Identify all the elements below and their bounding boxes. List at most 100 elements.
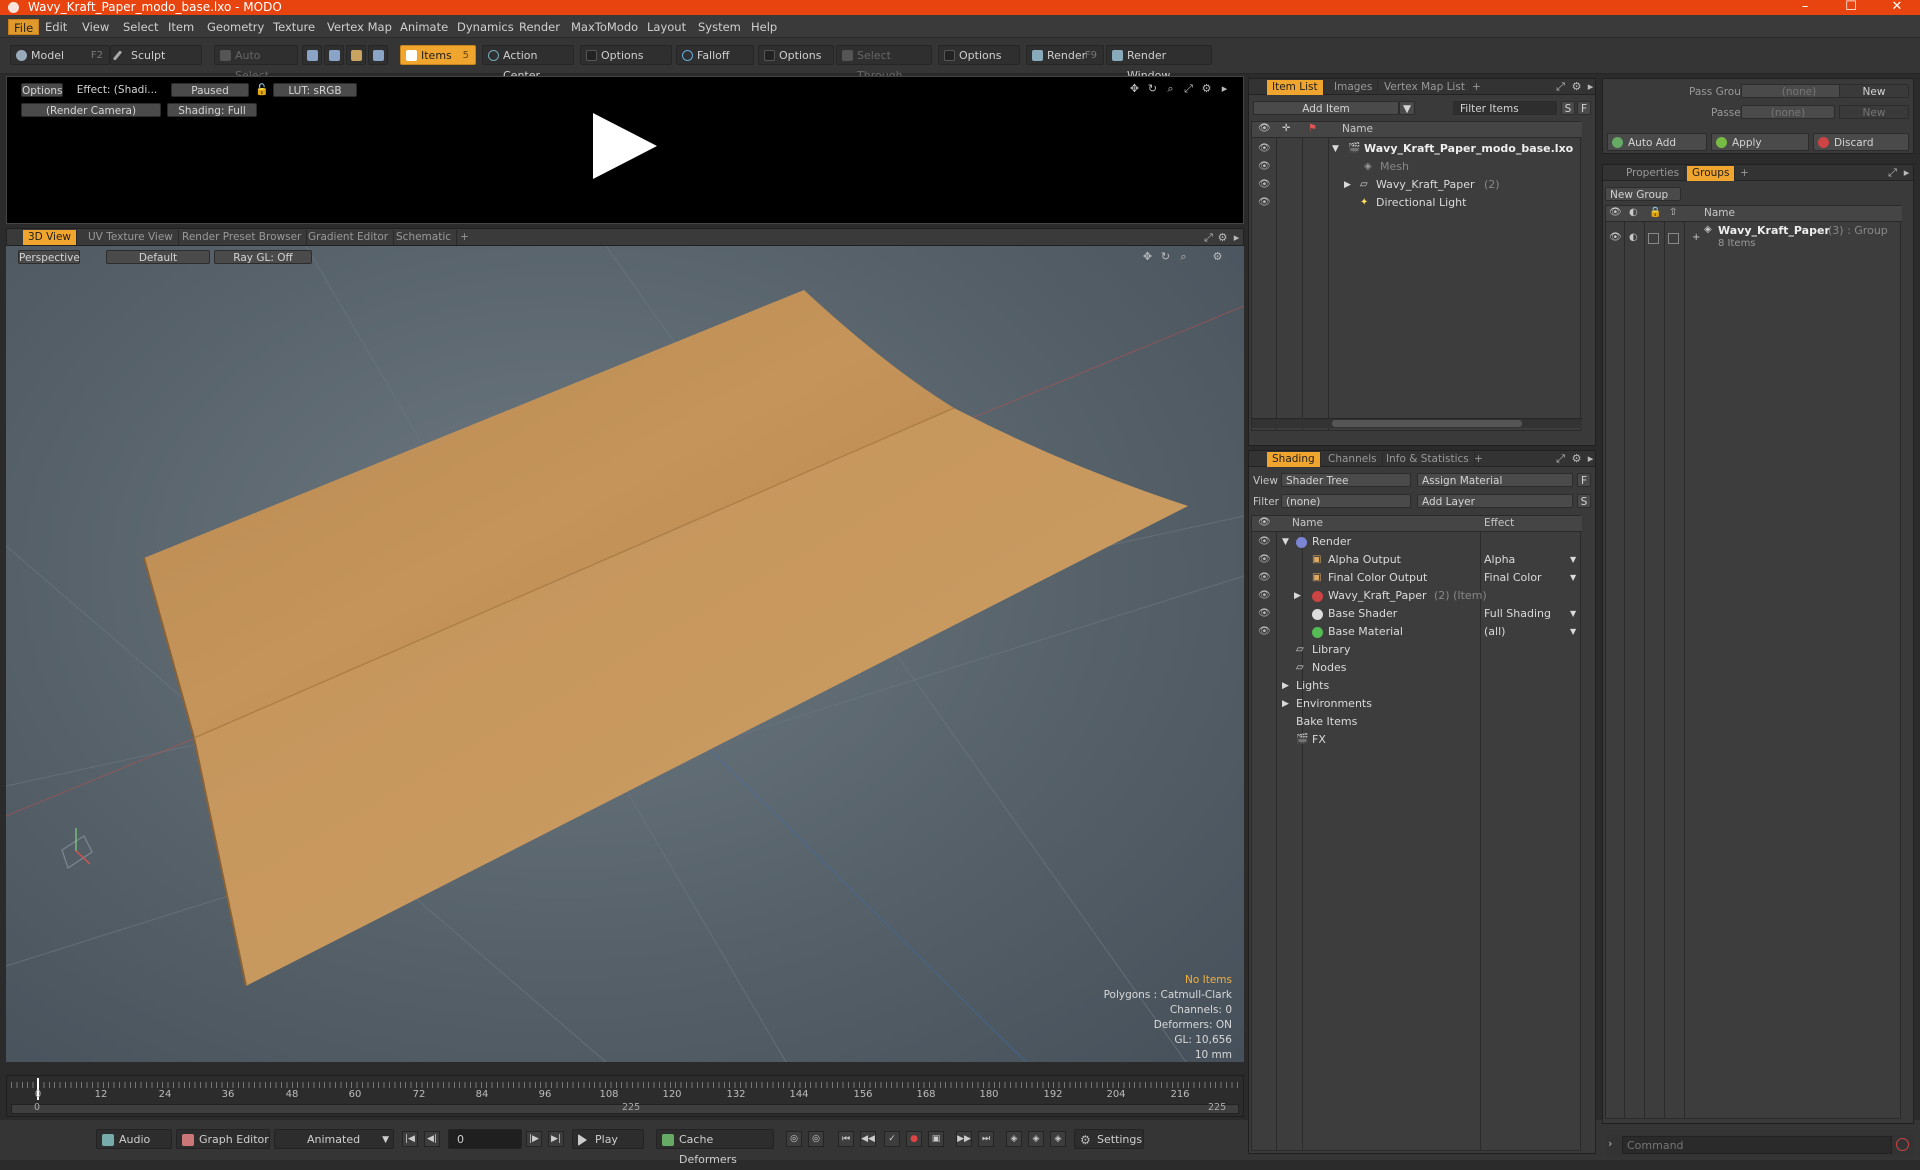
time-range-slider[interactable]: 0 225 225 xyxy=(11,1102,1239,1114)
tree-row-mesh[interactable]: 👁 ◈ Mesh xyxy=(1252,158,1580,176)
arrow-right-icon[interactable]: ▸ xyxy=(1231,232,1242,243)
scrollbar-thumb[interactable] xyxy=(1332,420,1522,427)
chevron-down-icon[interactable]: ▼ xyxy=(1570,605,1576,623)
auto-select-button[interactable]: Auto Select xyxy=(214,45,298,82)
maximize-icon[interactable]: ⤢ xyxy=(1555,81,1566,92)
tree-row-scene[interactable]: 👁 ▼ 🎬 Wavy_Kraft_Paper_modo_base.lxo xyxy=(1252,140,1580,158)
tab-item-list[interactable]: Item List xyxy=(1267,80,1324,95)
tab-render-preset-browser[interactable]: Render Preset Browser xyxy=(177,230,308,245)
filter-dropdown[interactable]: (none) xyxy=(1281,494,1411,508)
vertices-mode-button[interactable] xyxy=(302,45,322,65)
arrow-right-icon[interactable]: ▸ xyxy=(1901,167,1912,178)
render-shading-dropdown[interactable]: Shading: Full xyxy=(167,103,257,117)
new-pass-button[interactable]: New xyxy=(1839,105,1909,119)
key-icon[interactable]: ✓ xyxy=(884,1131,900,1147)
shader-row-render[interactable]: 👁 ▼ Render xyxy=(1252,533,1580,551)
search-f-button[interactable]: F xyxy=(1577,101,1591,115)
menu-select[interactable]: Select xyxy=(118,19,163,35)
eye-icon[interactable]: 👁 xyxy=(1258,143,1271,155)
maximize-icon[interactable]: ⤢ xyxy=(1183,83,1194,94)
tab-channels[interactable]: Channels xyxy=(1323,452,1383,467)
passes-dropdown[interactable]: (none) xyxy=(1741,105,1835,119)
horizontal-scrollbar[interactable] xyxy=(1252,418,1582,428)
menu-edit[interactable]: Edit xyxy=(40,19,72,35)
eye-icon[interactable]: 👁 xyxy=(1258,590,1271,602)
move-view-icon[interactable]: ✥ xyxy=(1129,83,1140,94)
expand-icon[interactable]: ▼ xyxy=(1282,533,1289,551)
add-tab-button[interactable]: + xyxy=(1735,166,1754,181)
arrow-right-icon[interactable]: ▸ xyxy=(1219,83,1230,94)
view-dropdown[interactable]: Shader Tree xyxy=(1281,473,1411,487)
shader-row-material-group[interactable]: 👁 ▶ Wavy_Kraft_Paper (2) (Item) xyxy=(1252,587,1580,605)
tree-row-group[interactable]: 👁 ▶ ▱ Wavy_Kraft_Paper (2) xyxy=(1252,176,1580,194)
render-toggle-icon[interactable]: ◐ xyxy=(1629,232,1638,243)
lock-column-icon[interactable]: 🔒 xyxy=(1649,207,1661,218)
polygons-mode-button[interactable] xyxy=(346,45,366,65)
eye-icon[interactable]: 👁 xyxy=(1258,517,1271,528)
play-icon[interactable] xyxy=(593,113,657,179)
go-to-end-icon[interactable]: ▶| xyxy=(548,1131,564,1147)
command-input[interactable] xyxy=(1622,1136,1892,1154)
step-forward-icon[interactable]: |▶ xyxy=(526,1131,542,1147)
menu-dynamics[interactable]: Dynamics xyxy=(452,19,519,35)
tab-3d-view[interactable]: 3D View xyxy=(23,230,78,245)
tab-images[interactable]: Images xyxy=(1329,80,1379,95)
expand-icon[interactable]: ▶ xyxy=(1282,695,1289,713)
eye-icon[interactable]: 👁 xyxy=(1258,123,1271,134)
tab-schematic[interactable]: Schematic xyxy=(391,230,458,245)
maximize-icon[interactable]: ⤢ xyxy=(1555,453,1566,464)
graph-editor-button[interactable]: Graph Editor xyxy=(176,1129,270,1149)
link-column-icon[interactable]: ⚑ xyxy=(1308,123,1317,134)
shader-row-fx[interactable]: 🎬 FX xyxy=(1252,731,1580,749)
chevron-down-icon[interactable]: ▼ xyxy=(1399,101,1415,115)
rotate-view-icon[interactable]: ↻ xyxy=(1160,251,1171,262)
add-layer-button[interactable]: Add Layer xyxy=(1417,494,1573,508)
menu-render[interactable]: Render xyxy=(514,19,565,35)
select-through-button[interactable]: Select Through xyxy=(836,45,932,82)
key-icon[interactable]: ◈ xyxy=(1050,1131,1066,1147)
expand-icon[interactable]: ▶ xyxy=(1294,587,1301,605)
menu-view[interactable]: View xyxy=(77,19,114,35)
step-back-icon[interactable]: ◀| xyxy=(424,1131,440,1147)
items-mode-button[interactable]: Items 5 xyxy=(400,45,476,65)
lut-dropdown[interactable]: LUT: sRGB xyxy=(273,83,357,97)
key-icon[interactable]: ◈ xyxy=(1028,1131,1044,1147)
falloff-button[interactable]: Falloff xyxy=(676,45,754,65)
raygl-toggle[interactable]: Ray GL: Off xyxy=(214,250,312,264)
shader-row-bake-items[interactable]: Bake Items xyxy=(1252,713,1580,731)
eye-icon[interactable]: 👁 xyxy=(1609,207,1622,218)
zoom-icon[interactable]: ⌕ xyxy=(1165,83,1176,94)
audio-button[interactable]: Audio xyxy=(96,1129,172,1149)
arrow-right-icon[interactable]: ▸ xyxy=(1585,81,1596,92)
expand-icon[interactable]: ▶ xyxy=(1344,176,1351,194)
tab-gradient-editor[interactable]: Gradient Editor xyxy=(303,230,395,245)
render-window-button[interactable]: Render Window xyxy=(1106,45,1212,82)
sculpt-mode-button[interactable]: Sculpt xyxy=(110,45,202,65)
gear-icon[interactable]: ⚙ xyxy=(1571,453,1582,464)
assign-material-button[interactable]: Assign Material xyxy=(1417,473,1573,487)
tab-properties[interactable]: Properties xyxy=(1621,166,1686,181)
maximize-button[interactable]: ☐ xyxy=(1828,0,1874,15)
new-pass-group-button[interactable]: New xyxy=(1839,84,1909,98)
tab-uv-texture-view[interactable]: UV Texture View xyxy=(83,230,179,245)
render-preview[interactable]: Options Effect: (Shadi... Paused 🔓 LUT: … xyxy=(6,76,1244,224)
select-through-options-button[interactable]: Options xyxy=(938,45,1020,65)
expand-icon[interactable]: ▼ xyxy=(1332,140,1339,158)
gear-icon[interactable]: ⚙ xyxy=(1201,83,1212,94)
menu-geometry[interactable]: Geometry xyxy=(202,19,269,35)
menu-animate[interactable]: Animate xyxy=(395,19,453,35)
tab-shading[interactable]: Shading xyxy=(1267,452,1321,467)
chevron-down-icon[interactable]: ▼ xyxy=(1570,623,1576,641)
edges-mode-button[interactable] xyxy=(324,45,344,65)
render-button[interactable]: Render F9 xyxy=(1026,45,1104,65)
zoom-icon[interactable]: ⌕ xyxy=(1178,251,1189,262)
render-camera-dropdown[interactable]: (Render Camera) xyxy=(21,103,161,117)
eye-icon[interactable]: 👁 xyxy=(1258,161,1271,173)
lock-icon[interactable]: 🔓 xyxy=(255,84,269,95)
expand-icon[interactable]: ▶ xyxy=(1282,677,1289,695)
eye-icon[interactable]: 👁 xyxy=(1258,179,1271,191)
close-button[interactable]: ✕ xyxy=(1874,0,1920,15)
scene-canvas[interactable] xyxy=(6,246,1244,1062)
eye-icon[interactable]: 👁 xyxy=(1258,554,1271,566)
tab-vertex-map-list[interactable]: Vertex Map List xyxy=(1379,80,1471,95)
